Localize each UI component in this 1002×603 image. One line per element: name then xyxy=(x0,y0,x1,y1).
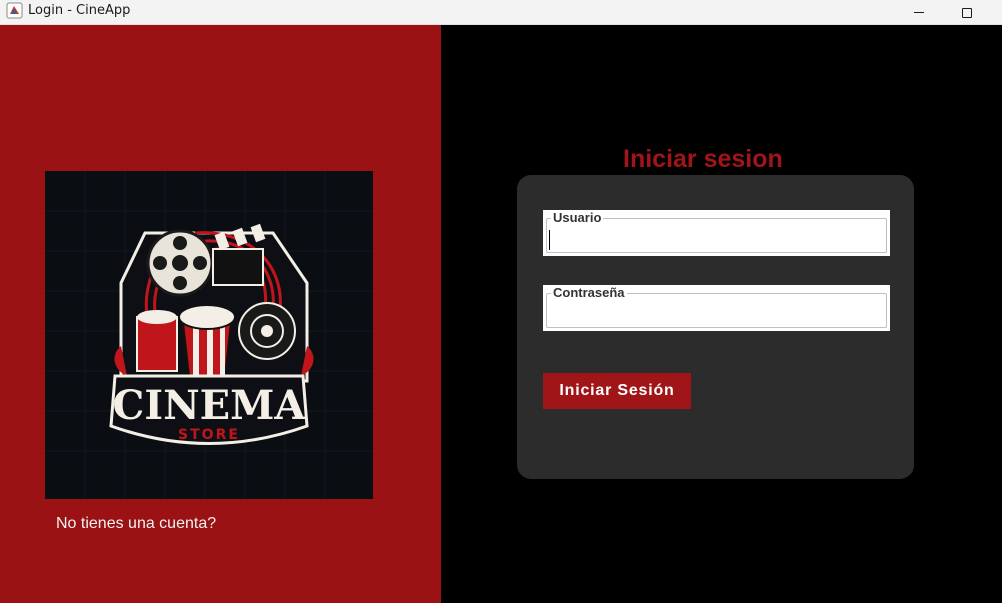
title-bar: Login - CineApp xyxy=(0,0,1002,25)
right-panel: Iniciar sesion Usuario Contraseña Inicia… xyxy=(441,25,1002,603)
window-title: Login - CineApp xyxy=(28,3,131,18)
password-input[interactable] xyxy=(549,304,884,326)
logo-cinema-text: CINEMA xyxy=(113,382,307,429)
login-card: Usuario Contraseña Iniciar Sesión xyxy=(517,175,914,479)
username-label: Usuario xyxy=(551,210,604,225)
maximize-button[interactable] xyxy=(944,0,990,25)
java-app-icon xyxy=(6,2,23,19)
username-field[interactable]: Usuario xyxy=(543,210,890,256)
minimize-icon xyxy=(914,12,924,13)
left-panel: CINEMA STORE No tienes una cuenta? xyxy=(0,25,441,603)
cinema-logo-illustration: CINEMA STORE xyxy=(45,171,373,499)
text-caret xyxy=(549,230,550,250)
signup-link[interactable]: No tienes una cuenta? xyxy=(56,515,216,533)
logo-store-text: STORE xyxy=(178,427,240,443)
maximize-icon xyxy=(962,7,972,18)
login-button[interactable]: Iniciar Sesión xyxy=(543,373,691,409)
password-field[interactable]: Contraseña xyxy=(543,285,890,331)
password-label: Contraseña xyxy=(551,285,627,300)
username-input[interactable] xyxy=(549,229,884,251)
minimize-button[interactable] xyxy=(896,0,942,25)
login-title: Iniciar sesion xyxy=(623,145,783,173)
cinema-store-logo: CINEMA STORE xyxy=(45,171,373,499)
